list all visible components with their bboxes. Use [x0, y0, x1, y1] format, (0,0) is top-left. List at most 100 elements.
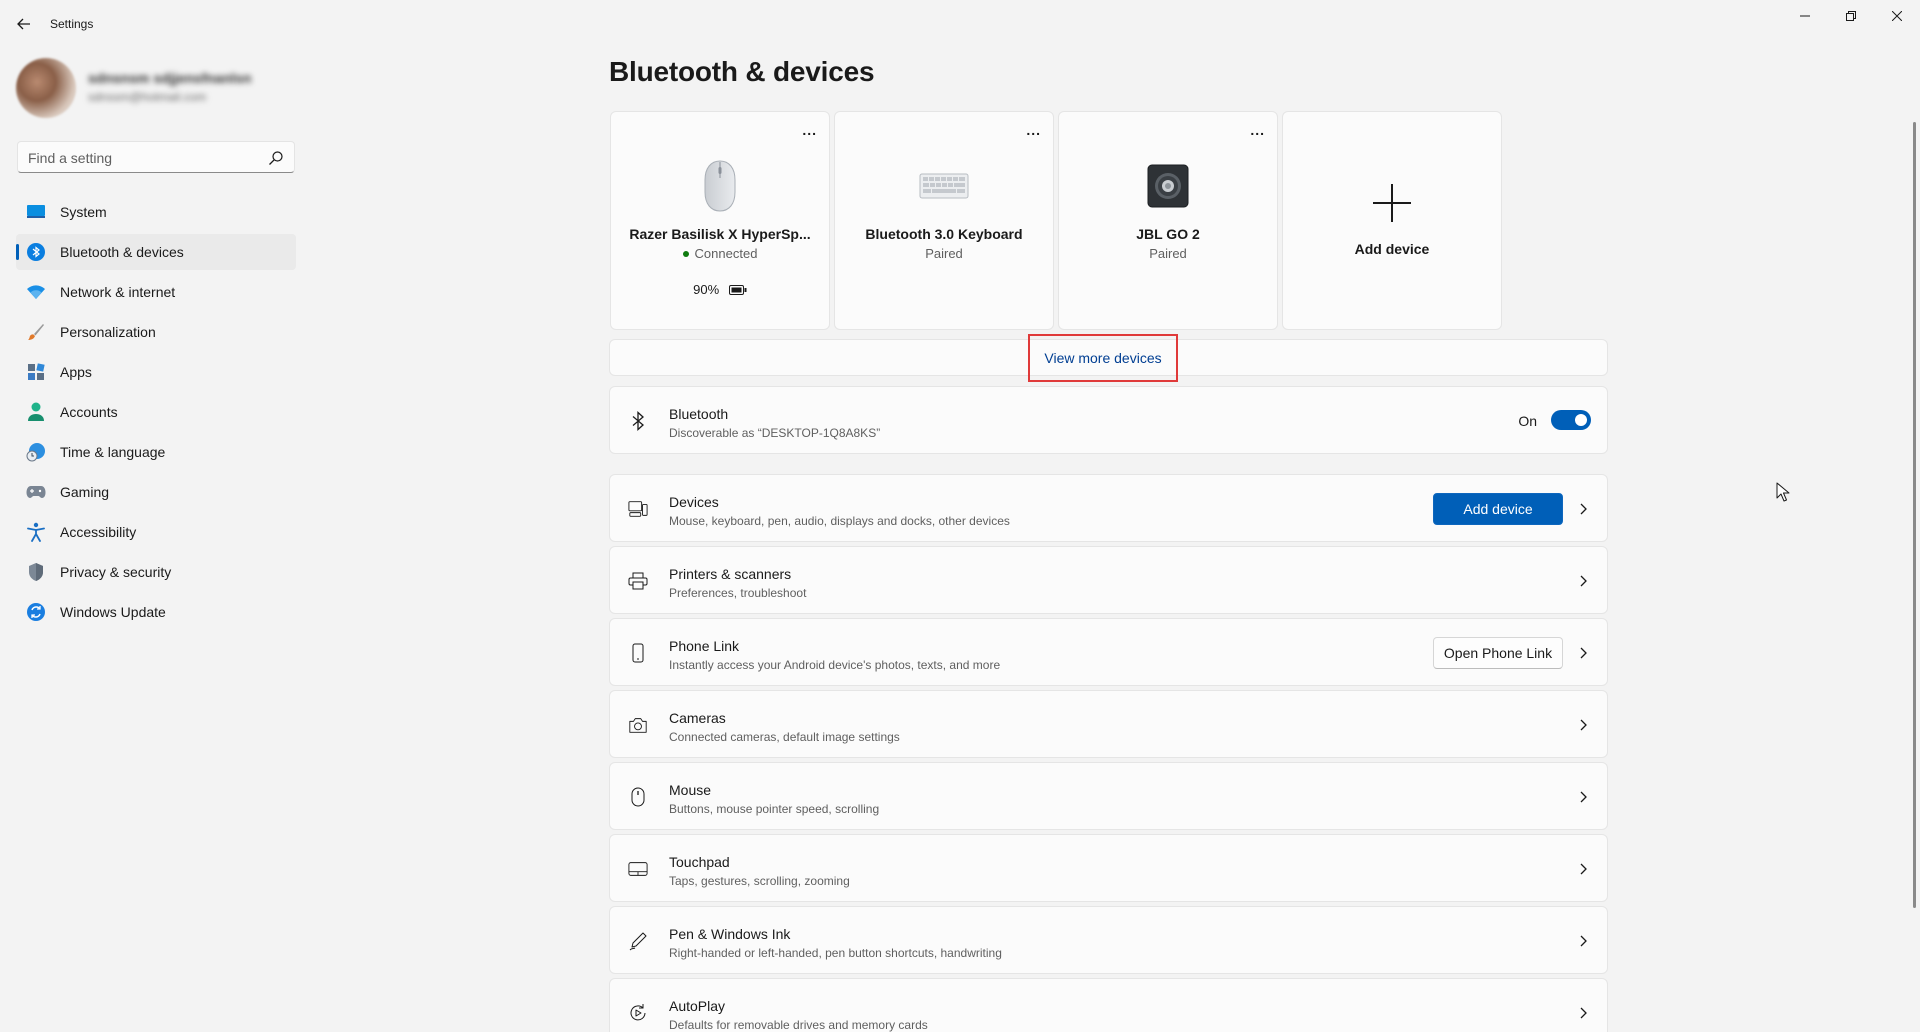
row-subtitle: Instantly access your Android device's p…	[669, 658, 1001, 672]
open-phone-link-button[interactable]: Open Phone Link	[1433, 637, 1563, 669]
row-subtitle: Taps, gestures, scrolling, zooming	[669, 874, 850, 888]
sidebar-item-label: Apps	[60, 364, 92, 380]
connected-dot	[682, 250, 689, 257]
user-profile[interactable]: sdnsnsm sdjjensfnanlsn sdnssm@hotmail.co…	[16, 58, 296, 122]
row-title: Pen & Windows Ink	[669, 926, 791, 942]
add-device-card[interactable]: Add device	[1282, 111, 1502, 330]
accessibility-icon	[26, 522, 46, 542]
device-name: JBL GO 2	[1136, 226, 1200, 242]
row-subtitle: Right-handed or left-handed, pen button …	[669, 946, 1002, 960]
sidebar-item-gaming[interactable]: Gaming	[16, 474, 296, 510]
touchpad-icon	[628, 859, 648, 879]
close-button[interactable]	[1874, 0, 1920, 32]
more-options-button[interactable]: ...	[1026, 122, 1041, 138]
row-subtitle: Mouse, keyboard, pen, audio, displays an…	[669, 514, 1010, 528]
device-card-jbl[interactable]: ... JBL GO 2 Paired	[1058, 111, 1278, 330]
restore-icon	[1846, 11, 1856, 21]
camera-icon	[628, 715, 648, 735]
close-icon	[1892, 11, 1902, 21]
app-title: Settings	[50, 17, 94, 31]
mouse-device-icon	[688, 154, 752, 218]
row-title: Printers & scanners	[669, 566, 792, 582]
toggle-state-label: On	[1518, 413, 1537, 429]
sidebar-item-bluetooth[interactable]: Bluetooth & devices	[16, 234, 296, 270]
sidebar-item-time-language[interactable]: Time & language	[16, 434, 296, 470]
bluetooth-toggle[interactable]	[1551, 410, 1591, 430]
device-card-razer[interactable]: ... Razer Basilisk X HyperSp... Connecte…	[610, 111, 830, 330]
bluetooth-icon	[628, 411, 648, 431]
view-more-devices-link[interactable]: View more devices	[1028, 334, 1178, 382]
device-name: Razer Basilisk X HyperSp...	[629, 226, 811, 242]
battery-percent: 90%	[693, 282, 720, 297]
printer-icon	[628, 571, 648, 591]
avatar	[16, 58, 76, 118]
autoplay-row[interactable]: AutoPlay Defaults for removable drives a…	[609, 978, 1608, 1032]
sidebar-item-privacy-security[interactable]: Privacy & security	[16, 554, 296, 590]
minimize-button[interactable]	[1782, 0, 1828, 32]
chevron-right-icon	[1580, 503, 1587, 515]
chevron-right-icon	[1580, 935, 1587, 947]
row-subtitle: Discoverable as “DESKTOP-1Q8A8KS”	[669, 426, 881, 440]
sidebar-item-label: Privacy & security	[60, 564, 172, 580]
gaming-icon	[26, 482, 46, 502]
pen-windows-ink-row[interactable]: Pen & Windows Ink Right-handed or left-h…	[609, 906, 1608, 974]
sidebar-item-apps[interactable]: Apps	[16, 354, 296, 390]
sidebar-item-label: Network & internet	[60, 284, 176, 300]
more-options-button[interactable]: ...	[1250, 122, 1265, 138]
minimize-icon	[1800, 15, 1810, 17]
device-status-text: Connected	[694, 246, 758, 261]
device-name: Bluetooth 3.0 Keyboard	[865, 226, 1023, 242]
row-subtitle: Connected cameras, default image setting…	[669, 730, 900, 744]
sidebar-item-accounts[interactable]: Accounts	[16, 394, 296, 430]
battery-icon	[728, 284, 747, 295]
brush-icon	[26, 322, 46, 342]
sidebar-item-personalization[interactable]: Personalization	[16, 314, 296, 350]
sidebar-item-label: Windows Update	[60, 604, 166, 620]
sidebar-item-system[interactable]: System	[16, 194, 296, 230]
accounts-icon	[26, 402, 46, 422]
bluetooth-row: Bluetooth Discoverable as “DESKTOP-1Q8A8…	[609, 386, 1608, 454]
sidebar-item-network[interactable]: Network & internet	[16, 274, 296, 310]
search-box[interactable]	[17, 141, 295, 173]
sidebar-item-accessibility[interactable]: Accessibility	[16, 514, 296, 550]
search-icon[interactable]	[268, 150, 284, 166]
speaker-device-icon	[1136, 154, 1200, 218]
row-subtitle: Defaults for removable drives and memory…	[669, 1018, 928, 1032]
sidebar-item-windows-update[interactable]: Windows Update	[16, 594, 296, 630]
add-device-label: Add device	[1354, 241, 1430, 257]
profile-email: sdnssm@hotmail.com	[88, 90, 207, 104]
device-status: Paired	[1149, 246, 1187, 261]
mouse-icon	[628, 787, 648, 807]
add-device-button[interactable]: Add device	[1433, 493, 1563, 525]
chevron-right-icon	[1580, 1007, 1587, 1019]
chevron-right-icon	[1580, 791, 1587, 803]
bluetooth-icon	[26, 242, 46, 262]
back-button[interactable]	[10, 10, 38, 38]
touchpad-row[interactable]: Touchpad Taps, gestures, scrolling, zoom…	[609, 834, 1608, 902]
restore-button[interactable]	[1828, 0, 1874, 32]
cameras-row[interactable]: Cameras Connected cameras, default image…	[609, 690, 1608, 758]
devices-row[interactable]: Devices Mouse, keyboard, pen, audio, dis…	[609, 474, 1608, 542]
sidebar-nav: System Bluetooth & devices Network & int…	[16, 194, 296, 634]
search-input[interactable]	[28, 148, 258, 168]
autoplay-icon	[628, 1003, 648, 1023]
title-bar: Settings	[0, 0, 1920, 48]
back-arrow-icon	[17, 18, 30, 30]
device-card-keyboard[interactable]: ... Bluetooth 3.0 Keyboard Paired	[834, 111, 1054, 330]
system-icon	[26, 202, 46, 222]
mouse-row[interactable]: Mouse Buttons, mouse pointer speed, scro…	[609, 762, 1608, 830]
shield-icon	[26, 562, 46, 582]
pen-icon	[628, 931, 648, 951]
row-title: Bluetooth	[669, 406, 729, 422]
sidebar-item-label: Gaming	[60, 484, 110, 500]
phone-link-row[interactable]: Phone Link Instantly access your Android…	[609, 618, 1608, 686]
profile-name: sdnsnsm sdjjensfnanlsn	[88, 70, 252, 86]
toggle-knob	[1575, 414, 1587, 426]
scrollbar-thumb[interactable]	[1913, 122, 1916, 908]
device-status: Paired	[925, 246, 963, 261]
plus-icon	[1373, 184, 1411, 222]
printers-scanners-row[interactable]: Printers & scanners Preferences, trouble…	[609, 546, 1608, 614]
row-title: Touchpad	[669, 854, 730, 870]
more-options-button[interactable]: ...	[802, 122, 817, 138]
sidebar-item-label: Accounts	[60, 404, 118, 420]
